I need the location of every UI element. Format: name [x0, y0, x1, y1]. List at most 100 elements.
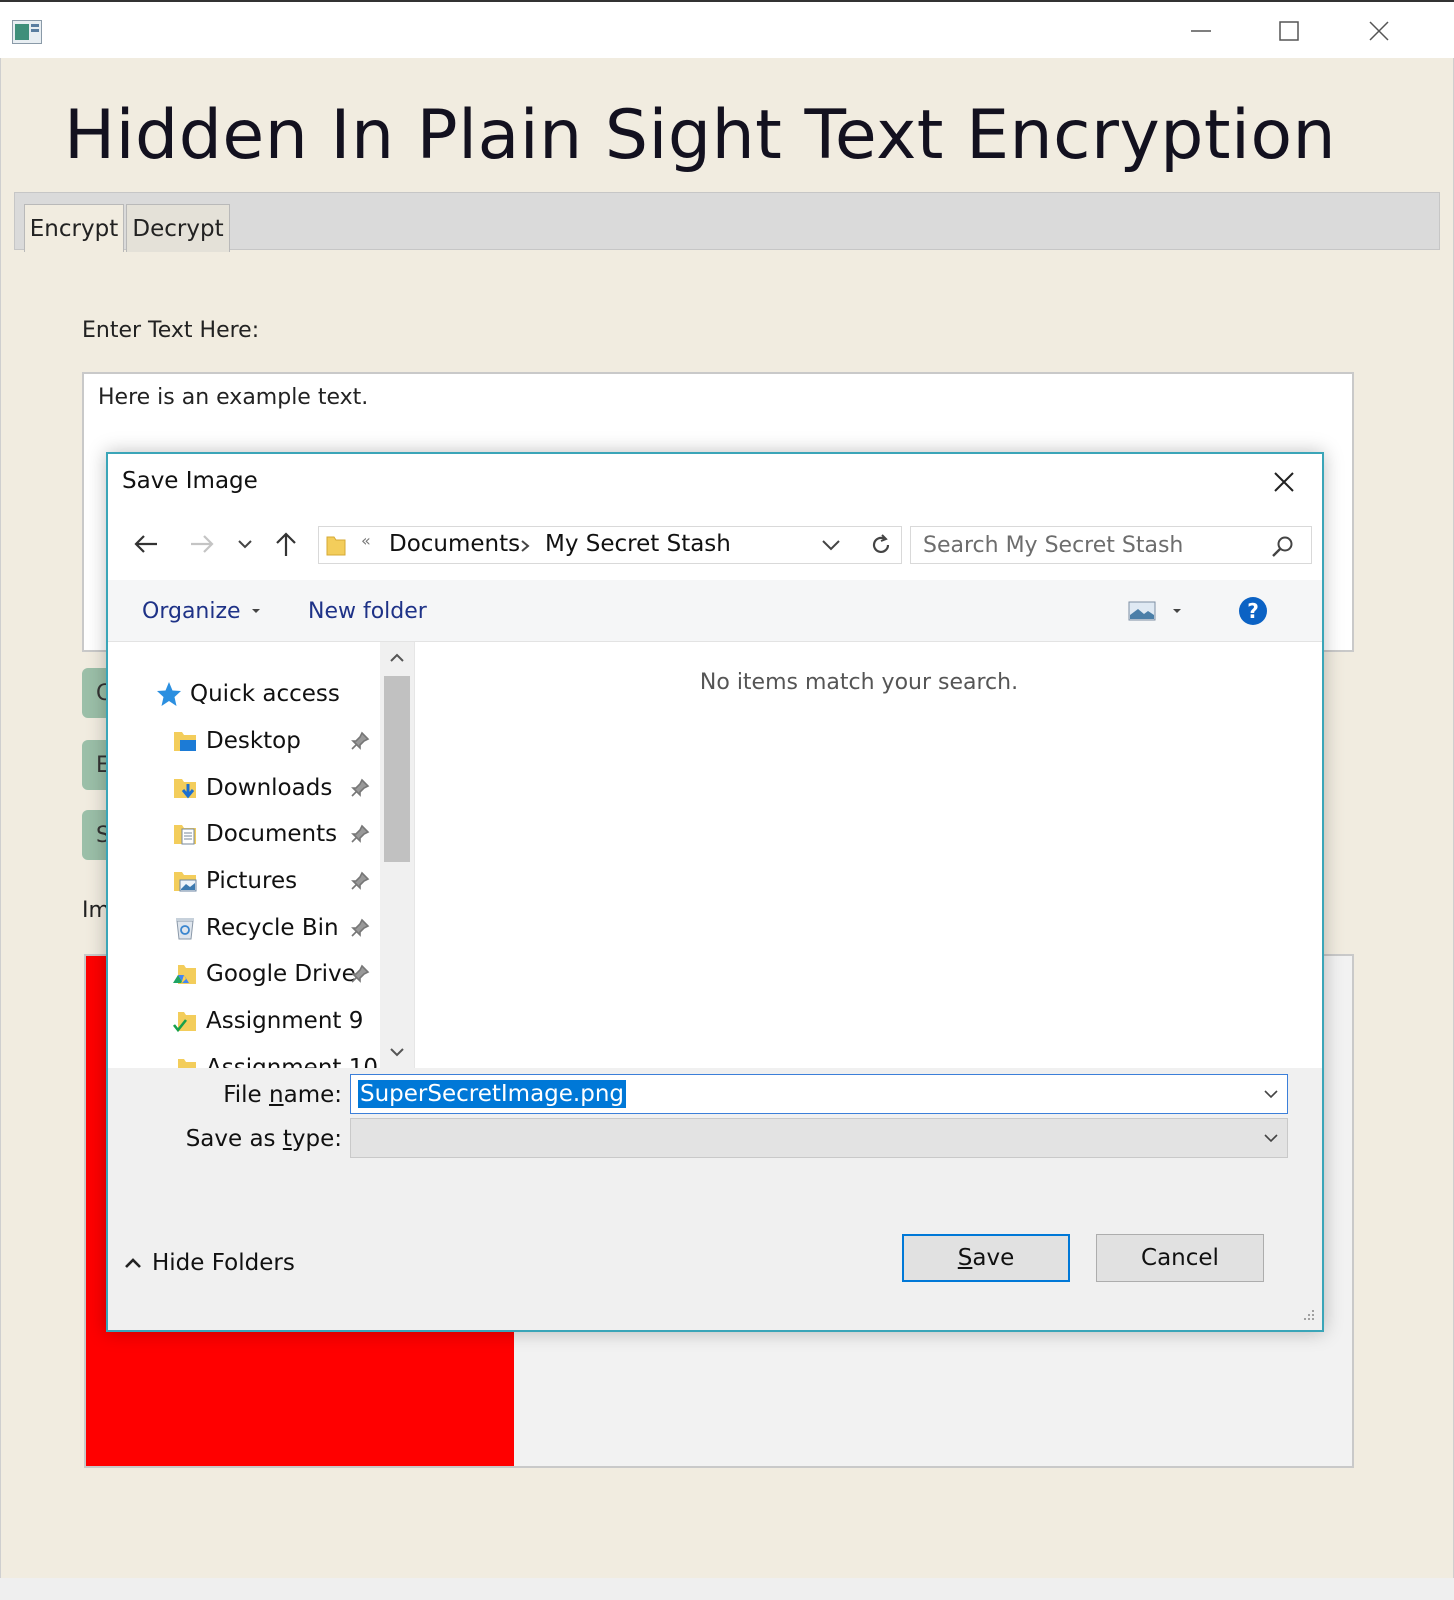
minimize-button[interactable]	[1156, 2, 1246, 60]
organize-label: Organize	[142, 598, 241, 624]
nav-label: Downloads	[206, 775, 333, 801]
navigation-pane[interactable]: Quick access Desktop Downloads Documents	[108, 642, 414, 1068]
refresh-icon	[872, 534, 889, 554]
save-button[interactable]: Save	[902, 1234, 1070, 1282]
save-type-label: Save as type:	[185, 1126, 342, 1152]
dropdown-arrow-icon	[1173, 609, 1181, 613]
minimize-icon	[1191, 30, 1211, 32]
app-icon	[12, 20, 42, 44]
dialog-title: Save Image	[122, 468, 258, 494]
recycle-bin-icon	[172, 915, 198, 941]
help-button[interactable]: ?	[1238, 596, 1268, 626]
text-input-value: Here is an example text.	[98, 385, 369, 410]
pin-icon	[348, 962, 372, 986]
close-icon	[1369, 21, 1389, 41]
file-name-label: File name:	[223, 1082, 342, 1108]
nav-item-assignment-10[interactable]: Assignment 10	[172, 1048, 378, 1068]
organize-button[interactable]: Organize	[142, 592, 263, 630]
empty-message: No items match your search.	[699, 670, 1019, 695]
chevron-right-icon	[521, 540, 530, 552]
enter-text-label: Enter Text Here:	[82, 318, 260, 343]
search-input[interactable]	[923, 527, 1263, 563]
hide-folders-button[interactable]: Hide Folders	[124, 1250, 295, 1276]
nav-label: Assignment 10	[206, 1055, 378, 1068]
svg-text:?: ?	[1247, 599, 1259, 623]
chevron-down-icon	[238, 540, 252, 549]
nav-item-downloads[interactable]: Downloads	[172, 768, 332, 808]
chevron-down-icon[interactable]	[1263, 1132, 1279, 1144]
nav-item-pictures[interactable]: Pictures	[172, 861, 297, 901]
close-window-button[interactable]	[1334, 2, 1424, 60]
chevron-down-icon[interactable]	[1263, 1088, 1279, 1100]
pictures-folder-icon	[172, 868, 198, 894]
back-button[interactable]	[126, 524, 166, 564]
address-bar[interactable]: « Documents My Secret Stash	[318, 526, 882, 564]
nav-item-desktop[interactable]: Desktop	[172, 721, 301, 761]
nav-quick-access[interactable]: Quick access	[156, 674, 340, 714]
view-icon	[1128, 601, 1156, 621]
refresh-button[interactable]	[860, 526, 902, 564]
up-arrow-icon	[276, 532, 296, 556]
recent-locations-button[interactable]	[230, 524, 260, 564]
nav-item-recycle-bin[interactable]: Recycle Bin	[172, 908, 339, 948]
nav-label: Desktop	[206, 728, 301, 754]
new-folder-button[interactable]: New folder	[308, 592, 427, 630]
nav-scroll-thumb[interactable]	[384, 676, 410, 862]
scroll-down-icon[interactable]	[389, 1046, 405, 1058]
address-segment-my-secret-stash[interactable]: My Secret Stash	[545, 531, 731, 557]
folder-icon	[326, 536, 346, 556]
tab-decrypt[interactable]: Decrypt	[126, 204, 230, 252]
close-icon	[1274, 472, 1294, 492]
address-segment-documents[interactable]: Documents	[389, 531, 520, 557]
forward-button[interactable]	[182, 524, 222, 564]
bottom-strip	[0, 1578, 1454, 1600]
pin-icon	[348, 729, 372, 753]
desktop-folder-icon	[172, 728, 198, 754]
file-list-pane[interactable]: No items match your search.	[414, 642, 1322, 1068]
pin-icon	[348, 916, 372, 940]
pin-icon	[348, 869, 372, 893]
nav-item-google-drive[interactable]: Google Drive	[172, 954, 356, 994]
nav-label: Pictures	[206, 868, 298, 894]
maximize-icon	[1279, 21, 1299, 41]
chevron-up-icon	[125, 1258, 141, 1268]
address-overflow[interactable]: «	[361, 531, 371, 550]
nav-label: Recycle Bin	[206, 915, 339, 941]
save-dialog: Save Image « Documents My Secret Stash S…	[106, 452, 1324, 1332]
up-button[interactable]	[268, 524, 304, 564]
documents-folder-icon	[172, 821, 198, 847]
downloads-folder-icon	[172, 775, 198, 801]
search-box[interactable]	[910, 526, 1312, 564]
forward-arrow-icon	[191, 535, 214, 553]
dialog-header	[108, 454, 1322, 586]
app-title: Hidden In Plain Sight Text Encryption	[64, 96, 1337, 175]
scroll-up-icon[interactable]	[389, 652, 405, 664]
synced-folder-icon	[172, 1008, 198, 1034]
google-drive-folder-icon	[172, 961, 198, 987]
resize-grip-icon[interactable]	[1300, 1306, 1316, 1322]
nav-item-assignment-9[interactable]: Assignment 9	[172, 1001, 363, 1041]
nav-label: Documents	[206, 821, 338, 847]
save-type-select[interactable]	[350, 1118, 1288, 1158]
dropdown-arrow-icon	[251, 609, 260, 613]
pin-icon	[348, 822, 372, 846]
pin-icon	[348, 776, 372, 800]
nav-label: Quick access	[190, 681, 340, 707]
tab-encrypt[interactable]: Encrypt	[24, 204, 124, 252]
help-icon: ?	[1239, 597, 1267, 625]
dialog-close-button[interactable]	[1258, 462, 1310, 502]
cancel-button[interactable]: Cancel	[1096, 1234, 1264, 1282]
nav-label: Assignment 9	[206, 1008, 364, 1034]
star-icon	[156, 681, 182, 707]
nav-item-documents[interactable]: Documents	[172, 814, 337, 854]
file-name-value: SuperSecretImage.png	[358, 1080, 627, 1108]
maximize-button[interactable]	[1244, 2, 1334, 60]
nav-item-clip: Assignment 10	[108, 1042, 380, 1068]
back-arrow-icon	[134, 535, 157, 553]
nav-label: Google Drive	[206, 961, 356, 987]
chevron-down-icon[interactable]	[821, 538, 841, 552]
search-icon[interactable]	[1271, 535, 1295, 559]
folder-icon	[172, 1055, 198, 1068]
hide-folders-label: Hide Folders	[152, 1250, 295, 1276]
change-view-button[interactable]	[1128, 592, 1184, 630]
